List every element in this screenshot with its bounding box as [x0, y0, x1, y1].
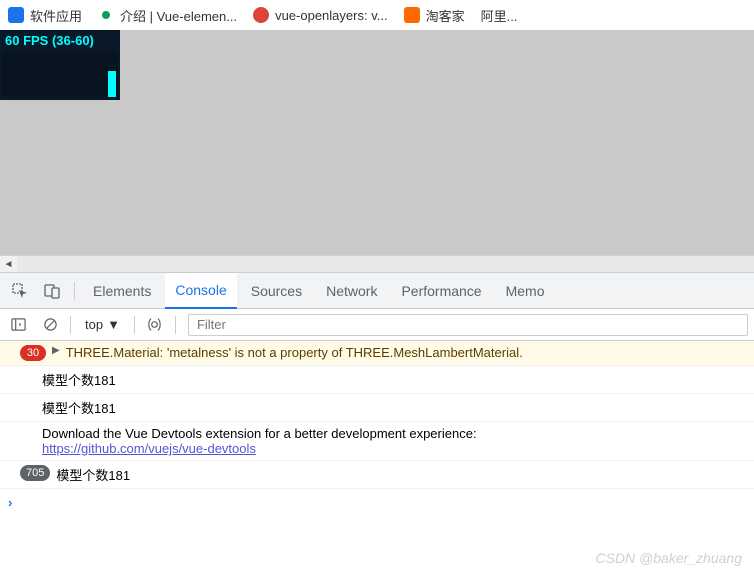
expand-icon[interactable]: ▶	[52, 345, 60, 356]
log-message: THREE.Material: 'metalness' is not a pro…	[66, 345, 746, 360]
execution-context-selector[interactable]: top ▼	[79, 317, 126, 332]
devtools-link[interactable]: https://github.com/vuejs/vue-devtools	[42, 441, 256, 456]
scroll-track[interactable]	[17, 256, 754, 272]
console-prompt[interactable]: ›	[0, 489, 754, 516]
devtools-tab-bar: Elements Console Sources Network Perform…	[0, 273, 754, 309]
console-log-row[interactable]: 705 模型个数181	[0, 461, 754, 489]
chevron-down-icon: ▼	[107, 317, 120, 332]
console-log-row[interactable]: Download the Vue Devtools extension for …	[0, 422, 754, 461]
separator	[134, 316, 135, 334]
app-icon	[8, 7, 24, 23]
horizontal-scrollbar[interactable]: ◄	[0, 255, 754, 272]
inspect-element-icon[interactable]	[6, 277, 34, 305]
separator	[175, 316, 176, 334]
error-count-badge: 30	[20, 345, 46, 361]
devtools-panel: Elements Console Sources Network Perform…	[0, 272, 754, 516]
bookmark-label: 介绍 | Vue-elemen...	[120, 6, 237, 25]
toggle-sidebar-icon[interactable]	[6, 313, 30, 337]
bookmark-label: vue-openlayers: v...	[275, 8, 387, 23]
bookmark-label: 阿里...	[481, 6, 518, 25]
watermark: CSDN @baker_zhuang	[595, 550, 742, 566]
bookmark-item[interactable]: vue-openlayers: v...	[253, 7, 387, 23]
square-icon	[404, 7, 420, 23]
console-warning-row[interactable]: 30 ▶ THREE.Material: 'metalness' is not …	[0, 341, 754, 366]
tab-console[interactable]: Console	[165, 273, 236, 309]
scroll-left-button[interactable]: ◄	[0, 256, 17, 272]
console-toolbar: top ▼	[0, 309, 754, 341]
fps-graph	[2, 51, 118, 97]
log-message: 模型个数181	[56, 465, 746, 484]
console-log-row[interactable]: 模型个数181	[0, 366, 754, 394]
tab-performance[interactable]: Performance	[391, 273, 491, 309]
log-message: Download the Vue Devtools extension for …	[42, 426, 477, 441]
fps-bar	[108, 71, 116, 97]
tab-elements[interactable]: Elements	[83, 273, 161, 309]
repeat-count-badge: 705	[20, 465, 50, 481]
page-viewport: 60 FPS (36-60)	[0, 30, 754, 255]
bookmarks-bar: 软件应用 介绍 | Vue-elemen... vue-openlayers: …	[0, 0, 754, 30]
dot-icon	[98, 11, 114, 19]
circle-icon	[253, 7, 269, 23]
bookmark-label: 软件应用	[30, 6, 82, 25]
filter-input[interactable]	[188, 314, 748, 336]
bookmark-item[interactable]: 阿里...	[481, 6, 518, 25]
console-output: 30 ▶ THREE.Material: 'metalness' is not …	[0, 341, 754, 516]
fps-widget: 60 FPS (36-60)	[0, 30, 120, 100]
tab-sources[interactable]: Sources	[241, 273, 312, 309]
log-message: 模型个数181	[42, 370, 746, 389]
device-toolbar-icon[interactable]	[38, 277, 66, 305]
bookmark-item[interactable]: 介绍 | Vue-elemen...	[98, 6, 237, 25]
clear-console-icon[interactable]	[38, 313, 62, 337]
separator	[74, 282, 75, 300]
tab-network[interactable]: Network	[316, 273, 387, 309]
log-message: 模型个数181	[42, 398, 746, 417]
separator	[70, 316, 71, 334]
bookmark-item[interactable]: 淘客家	[404, 6, 465, 25]
tab-memory[interactable]: Memo	[496, 273, 555, 309]
bookmark-label: 淘客家	[426, 6, 465, 25]
console-log-row[interactable]: 模型个数181	[0, 394, 754, 422]
live-expression-icon[interactable]	[143, 313, 167, 337]
context-label: top	[85, 317, 103, 332]
bookmark-item[interactable]: 软件应用	[8, 6, 82, 25]
fps-text: 60 FPS (36-60)	[1, 31, 119, 50]
